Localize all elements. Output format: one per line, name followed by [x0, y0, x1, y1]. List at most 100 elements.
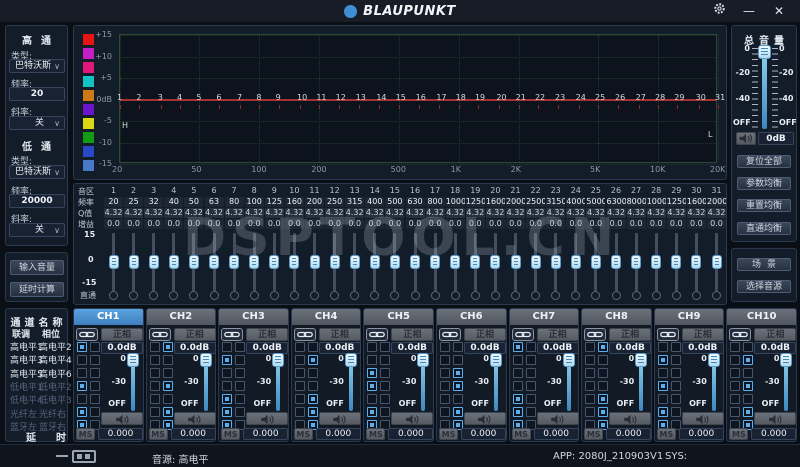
band-slider-knob[interactable]: [249, 255, 259, 269]
route-checkbox-left[interactable]: [440, 394, 450, 404]
route-checkbox-left[interactable]: [585, 381, 595, 391]
channel-delay-value[interactable]: 0.000: [606, 428, 651, 440]
eq-band-point[interactable]: 5: [196, 93, 201, 102]
band-frequency-cell[interactable]: 4000: [566, 197, 585, 207]
route-checkbox-right[interactable]: [380, 368, 390, 378]
band-slider-knob[interactable]: [511, 255, 521, 269]
eq-band-point[interactable]: 28: [655, 93, 665, 102]
band-gain-cell[interactable]: 0.0: [506, 219, 525, 229]
band-bypass-radio[interactable]: [712, 291, 721, 300]
route-checkbox-left[interactable]: [295, 407, 305, 417]
eq-band-point[interactable]: 21: [516, 93, 526, 102]
band-gain-cell[interactable]: 0.0: [546, 219, 565, 229]
band-q-cell[interactable]: 4.32: [205, 208, 224, 218]
route-checkbox-left[interactable]: [658, 368, 668, 378]
band-gain-cell[interactable]: 0.0: [687, 219, 706, 229]
route-checkbox-right[interactable]: [453, 342, 463, 352]
band-gain-cell[interactable]: 0.0: [325, 219, 344, 229]
route-checkbox-left[interactable]: [585, 394, 595, 404]
band-frequency-cell[interactable]: 500: [385, 197, 404, 207]
link-button[interactable]: [512, 328, 534, 341]
route-checkbox-left[interactable]: [150, 342, 160, 352]
eq-band-point[interactable]: 9: [276, 93, 281, 102]
band-frequency-cell[interactable]: 50: [184, 197, 203, 207]
band-frequency-cell[interactable]: 25: [124, 197, 143, 207]
band-gain-cell[interactable]: 0.0: [707, 219, 726, 229]
route-checkbox-right[interactable]: [235, 381, 245, 391]
route-checkbox-left[interactable]: [367, 381, 377, 391]
route-checkbox-left[interactable]: [222, 368, 232, 378]
channel-mute-button[interactable]: [754, 412, 796, 425]
route-checkbox-left[interactable]: [513, 394, 523, 404]
hp-type-select[interactable]: 巴特沃斯∨: [9, 59, 65, 73]
route-checkbox-right[interactable]: [598, 368, 608, 378]
route-checkbox-left[interactable]: [585, 342, 595, 352]
route-checkbox-right[interactable]: [163, 342, 173, 352]
band-gain-cell[interactable]: 0.0: [667, 219, 686, 229]
band-slider-knob[interactable]: [229, 255, 239, 269]
route-checkbox-left[interactable]: [295, 368, 305, 378]
route-checkbox-right[interactable]: [453, 381, 463, 391]
route-checkbox-left[interactable]: [295, 342, 305, 352]
band-q-cell[interactable]: 4.32: [667, 208, 686, 218]
phase-button[interactable]: 正相: [174, 328, 216, 341]
link-button[interactable]: [584, 328, 606, 341]
route-checkbox-left[interactable]: [585, 355, 595, 365]
band-slider-knob[interactable]: [310, 255, 320, 269]
channel-fader-knob[interactable]: [708, 353, 720, 367]
eq-band-point[interactable]: 24: [576, 93, 586, 102]
route-checkbox-right[interactable]: [90, 342, 100, 352]
eq-band-point[interactable]: 30: [696, 93, 706, 102]
band-slider-knob[interactable]: [109, 255, 119, 269]
eq-band-point[interactable]: 2: [136, 93, 141, 102]
band-frequency-cell[interactable]: 40: [164, 197, 183, 207]
lp-type-select[interactable]: 巴特沃斯∨: [9, 165, 65, 179]
band-bypass-radio[interactable]: [109, 291, 118, 300]
band-slider-knob[interactable]: [269, 255, 279, 269]
route-checkbox-right[interactable]: [380, 342, 390, 352]
route-checkbox-left[interactable]: [440, 342, 450, 352]
band-q-cell[interactable]: 4.32: [627, 208, 646, 218]
band-frequency-cell[interactable]: 1000: [446, 197, 465, 207]
band-q-cell[interactable]: 4.32: [325, 208, 344, 218]
band-bypass-radio[interactable]: [451, 291, 460, 300]
band-frequency-cell[interactable]: 125: [265, 197, 284, 207]
route-checkbox-left[interactable]: [658, 355, 668, 365]
band-gain-cell[interactable]: 0.0: [446, 219, 465, 229]
scene-button-1[interactable]: 场景: [737, 258, 791, 271]
channel-4-color-swatch[interactable]: [83, 76, 94, 87]
route-checkbox-right[interactable]: [90, 355, 100, 365]
route-checkbox-left[interactable]: [440, 407, 450, 417]
route-checkbox-right[interactable]: [743, 355, 753, 365]
band-bypass-radio[interactable]: [290, 291, 299, 300]
eq-band-point[interactable]: 16: [416, 93, 426, 102]
band-gain-cell[interactable]: 0.0: [124, 219, 143, 229]
route-checkbox-left[interactable]: [658, 394, 668, 404]
band-frequency-cell[interactable]: 1250: [466, 197, 485, 207]
band-q-cell[interactable]: 4.32: [506, 208, 525, 218]
route-checkbox-left[interactable]: [77, 342, 87, 352]
band-q-cell[interactable]: 4.32: [406, 208, 425, 218]
route-checkbox-right[interactable]: [671, 368, 681, 378]
band-bypass-radio[interactable]: [591, 291, 600, 300]
route-checkbox-right[interactable]: [671, 381, 681, 391]
route-checkbox-left[interactable]: [222, 355, 232, 365]
band-gain-cell[interactable]: 0.0: [164, 219, 183, 229]
channel-delay-value[interactable]: 0.000: [534, 428, 579, 440]
band-gain-cell[interactable]: 0.0: [245, 219, 264, 229]
channel-delay-value[interactable]: 0.000: [388, 428, 433, 440]
route-checkbox-left[interactable]: [150, 368, 160, 378]
route-checkbox-right[interactable]: [308, 342, 318, 352]
band-q-cell[interactable]: 4.32: [647, 208, 666, 218]
route-checkbox-right[interactable]: [743, 381, 753, 391]
band-q-cell[interactable]: 4.32: [305, 208, 324, 218]
phase-button[interactable]: 正相: [246, 328, 288, 341]
route-checkbox-left[interactable]: [440, 368, 450, 378]
band-q-cell[interactable]: 4.32: [184, 208, 203, 218]
route-checkbox-right[interactable]: [453, 407, 463, 417]
eq-band-point[interactable]: 14: [376, 93, 386, 102]
channel-fader-knob[interactable]: [635, 353, 647, 367]
link-button[interactable]: [221, 328, 243, 341]
channel-fader-knob[interactable]: [345, 353, 357, 367]
band-q-cell[interactable]: 4.32: [265, 208, 284, 218]
